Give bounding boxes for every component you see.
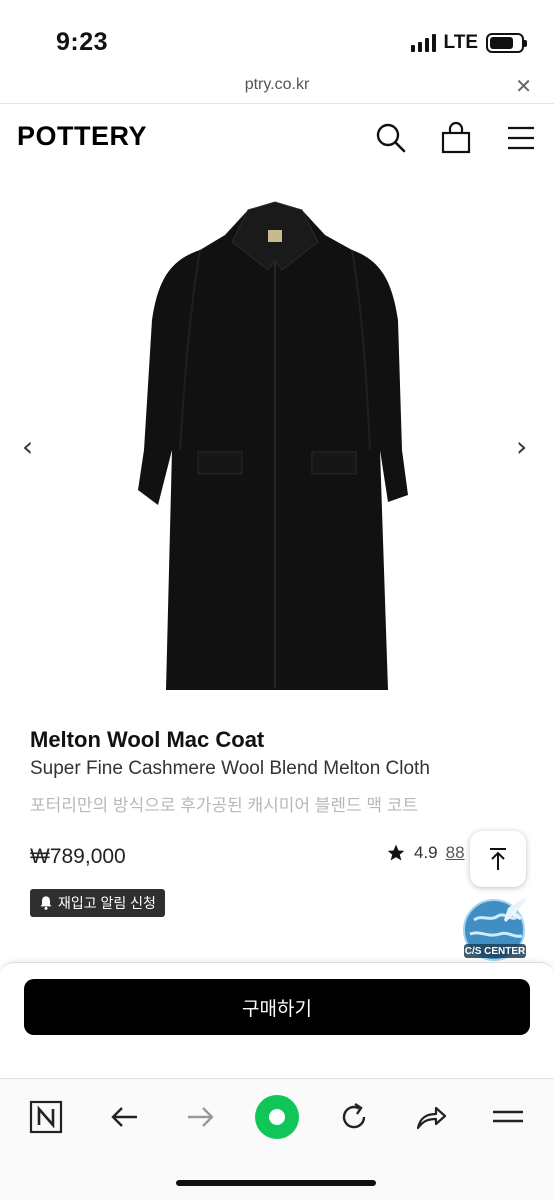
product-korean-description: 포터리만의 방식으로 후가공된 캐시미어 블렌드 맥 코트 (30, 796, 419, 815)
menu-lines-icon[interactable] (484, 1093, 532, 1141)
product-rating[interactable]: 4.9 88 (386, 843, 465, 863)
signal-icon (410, 34, 436, 52)
status-indicators: LTE (410, 32, 527, 54)
product-subtitle: Super Fine Cashmere Wool Blend Melton Cl… (30, 758, 430, 779)
share-icon[interactable] (407, 1093, 455, 1141)
review-count-link[interactable]: 88 (446, 843, 465, 863)
forward-icon (177, 1093, 225, 1141)
cs-center-label: C/S CENTER (464, 946, 526, 957)
shopping-bag-icon[interactable] (439, 121, 473, 155)
status-time: 9:23 (56, 28, 109, 56)
purchase-sheet: 구매하기 (0, 962, 554, 1078)
rating-value: 4.9 (414, 843, 438, 862)
star-icon (387, 844, 405, 861)
restock-label: 재입고 알림 신청 (58, 895, 156, 911)
menu-icon[interactable] (504, 121, 538, 155)
close-icon[interactable]: ✕ (515, 74, 532, 99)
buy-button[interactable]: 구매하기 (24, 979, 530, 1035)
refresh-icon[interactable] (330, 1093, 378, 1141)
bell-icon (40, 896, 52, 910)
back-icon[interactable] (100, 1093, 148, 1141)
coat-image (138, 201, 408, 690)
naver-n-icon[interactable] (22, 1093, 70, 1141)
gallery-next-arrow[interactable]: › (516, 430, 527, 463)
product-price: ₩789,000 (30, 845, 126, 868)
product-gallery[interactable]: ‹ › (0, 180, 554, 710)
scroll-top-button[interactable] (470, 831, 526, 887)
network-label: LTE (443, 32, 478, 53)
product-name: Melton Wool Mac Coat (30, 727, 265, 752)
url-text[interactable]: ptry.co.kr (0, 76, 554, 94)
site-header: POTTERY (0, 105, 554, 169)
restock-alert-button[interactable]: 재입고 알림 신청 (30, 889, 165, 917)
arrow-up-to-top-icon (490, 848, 506, 870)
cs-center-button[interactable]: C/S CENTER (460, 894, 532, 966)
site-logo[interactable]: POTTERY (17, 121, 147, 152)
search-icon[interactable] (374, 121, 408, 155)
status-bar: 9:23 LTE (0, 0, 554, 70)
url-bar[interactable]: ptry.co.kr ✕ (0, 70, 554, 104)
home-indicator (176, 1180, 376, 1186)
gallery-prev-arrow[interactable]: ‹ (22, 430, 33, 463)
battery-icon (486, 33, 527, 53)
home-green-icon[interactable] (253, 1093, 301, 1141)
